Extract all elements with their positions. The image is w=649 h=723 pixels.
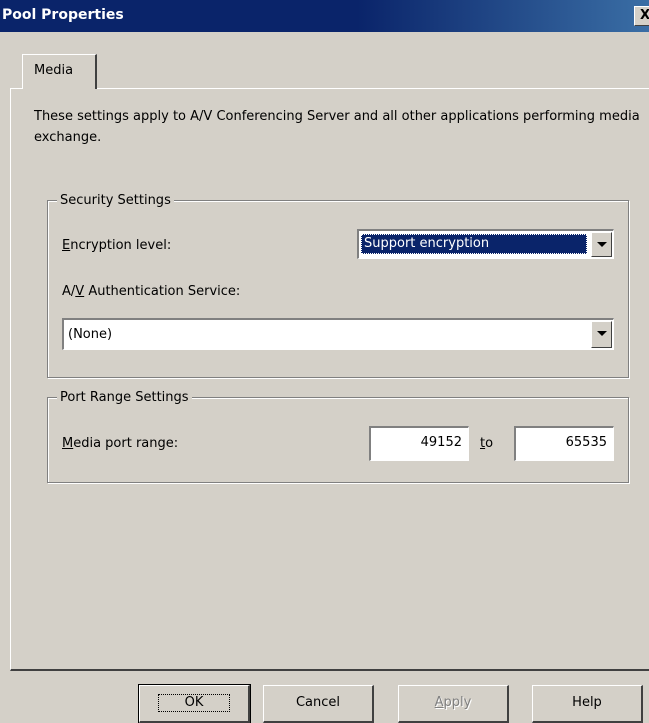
- encryption-level-select[interactable]: Support encryption: [357, 229, 614, 259]
- media-port-range-hotkey: M: [62, 436, 74, 451]
- ok-button[interactable]: OK: [138, 684, 251, 723]
- encryption-level-value: Support encryption: [361, 234, 587, 254]
- tab-panel: [10, 88, 649, 671]
- av-auth-service-value: (None): [68, 327, 113, 342]
- apply-hotkey: A: [434, 695, 444, 710]
- title-bar[interactable]: Pool Properties X: [0, 0, 649, 32]
- close-glyph: X: [640, 8, 649, 23]
- av-auth-hotkey: V: [75, 284, 85, 299]
- port-range-settings-title: Port Range Settings: [57, 390, 192, 406]
- port-range-to-text: o: [485, 436, 494, 451]
- port-range-to-label: to: [480, 436, 493, 451]
- encryption-level-label-text: ncryption level:: [70, 238, 172, 253]
- help-button[interactable]: Help: [532, 685, 643, 723]
- media-port-range-label-text: edia port range:: [73, 436, 179, 451]
- port-range-from-input[interactable]: 49152: [369, 426, 469, 461]
- media-port-range-label: Media port range:: [62, 436, 178, 451]
- tab-media-label: Media: [34, 63, 74, 78]
- window-title: Pool Properties: [2, 7, 124, 23]
- cancel-button[interactable]: Cancel: [263, 685, 374, 723]
- chevron-down-icon[interactable]: [591, 232, 612, 257]
- security-settings-title: Security Settings: [57, 193, 174, 209]
- av-auth-service-label: A/V Authentication Service:: [62, 284, 240, 299]
- chevron-down-icon[interactable]: [591, 321, 612, 348]
- av-auth-label-after: Authentication Service:: [84, 284, 241, 299]
- tab-media[interactable]: Media: [22, 54, 97, 89]
- encryption-level-hotkey: E: [62, 238, 71, 253]
- port-range-to-input[interactable]: 65535: [514, 426, 614, 461]
- encryption-level-label: Encryption level:: [62, 238, 171, 253]
- apply-button[interactable]: Apply: [398, 685, 509, 723]
- ok-button-label: OK: [157, 694, 231, 712]
- description-text: These settings apply to A/V Conferencing…: [34, 109, 640, 145]
- av-auth-label-before: A/: [62, 284, 76, 299]
- av-auth-service-select[interactable]: (None): [62, 318, 614, 350]
- close-icon[interactable]: X: [634, 6, 649, 26]
- apply-button-label: pply: [443, 695, 472, 710]
